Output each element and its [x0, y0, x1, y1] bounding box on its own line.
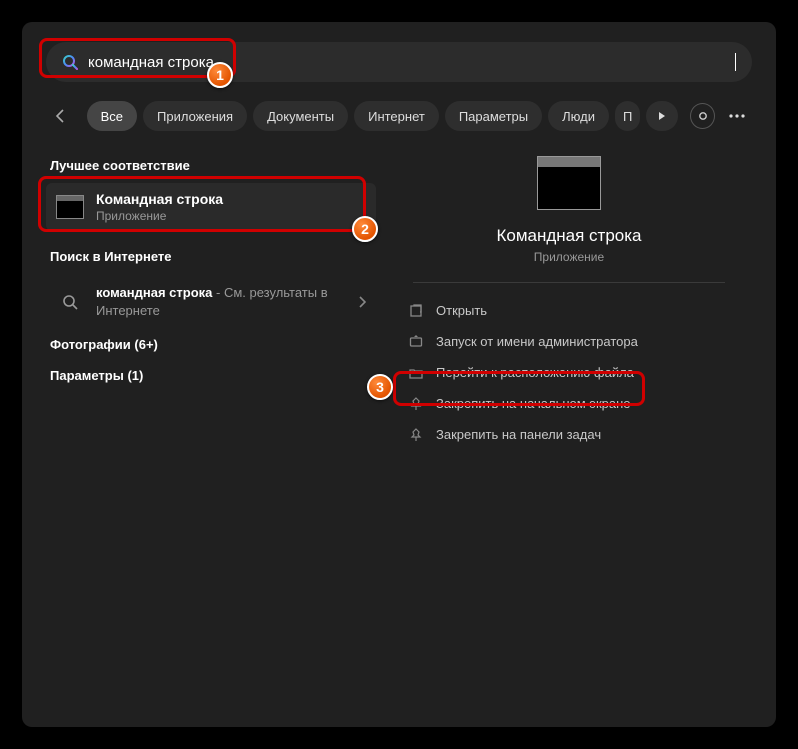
open-icon	[408, 304, 424, 318]
result-title: Командная строка	[96, 191, 223, 207]
search-bar[interactable]	[46, 42, 752, 82]
back-button[interactable]	[46, 100, 77, 132]
divider	[413, 282, 724, 283]
action-label: Закрепить на начальном экране	[436, 396, 631, 411]
search-icon	[62, 54, 78, 70]
category-settings[interactable]: Параметры (1)	[46, 360, 376, 391]
filter-next[interactable]	[646, 101, 679, 131]
results-column: Лучшее соответствие Командная строка При…	[46, 152, 376, 450]
preview-subtitle: Приложение	[534, 250, 604, 264]
filter-label: Все	[101, 109, 123, 124]
action-label: Открыть	[436, 303, 487, 318]
cmd-icon	[537, 156, 601, 210]
circle-icon	[698, 111, 708, 121]
actions-list: Открыть Запуск от имени администратора П…	[396, 295, 742, 450]
filter-documents[interactable]: Документы	[253, 101, 348, 131]
action-open[interactable]: Открыть	[396, 295, 742, 326]
preview-column: Командная строка Приложение Открыть	[386, 152, 752, 450]
text-caret	[735, 53, 736, 71]
folder-icon	[408, 366, 424, 380]
search-icon	[56, 294, 84, 310]
action-open-location[interactable]: Перейти к расположению файла	[396, 357, 742, 388]
more-button[interactable]	[721, 101, 752, 131]
action-label: Закрепить на панели задач	[436, 427, 601, 442]
filter-apps[interactable]: Приложения	[143, 101, 247, 131]
web-result-item[interactable]: командная строка - См. результаты в Инте…	[46, 274, 376, 329]
preview-title: Командная строка	[496, 226, 641, 246]
pin-icon	[408, 397, 424, 411]
play-icon	[657, 111, 667, 121]
filter-all[interactable]: Все	[87, 101, 137, 131]
filter-people[interactable]: Люди	[548, 101, 609, 131]
best-match-item[interactable]: Командная строка Приложение	[46, 183, 376, 231]
filter-label: Интернет	[368, 109, 425, 124]
action-label: Перейти к расположению файла	[436, 365, 634, 380]
action-run-as-admin[interactable]: Запуск от имени администратора	[396, 326, 742, 357]
filters-row: Все Приложения Документы Интернет Параме…	[46, 100, 752, 132]
filter-label: Люди	[562, 109, 595, 124]
cmd-icon	[56, 195, 84, 219]
filter-settings[interactable]: Параметры	[445, 101, 542, 131]
filter-label: Приложения	[157, 109, 233, 124]
web-heading: Поиск в Интернете	[50, 249, 376, 264]
filter-internet[interactable]: Интернет	[354, 101, 439, 131]
action-label: Запуск от имени администратора	[436, 334, 638, 349]
filter-label: П	[623, 109, 632, 124]
best-match-heading: Лучшее соответствие	[50, 158, 376, 173]
result-subtitle: Приложение	[96, 209, 223, 223]
pin-icon	[408, 428, 424, 442]
ellipsis-icon	[729, 114, 745, 118]
action-pin-start[interactable]: Закрепить на начальном экране	[396, 388, 742, 419]
scope-toggle[interactable]	[690, 103, 715, 129]
admin-icon	[408, 335, 424, 349]
filter-truncated[interactable]: П	[615, 101, 640, 131]
web-result-text: командная строка - См. результаты в Инте…	[96, 284, 346, 319]
action-pin-taskbar[interactable]: Закрепить на панели задач	[396, 419, 742, 450]
filter-label: Параметры	[459, 109, 528, 124]
category-photos[interactable]: Фотографии (6+)	[46, 329, 376, 360]
search-input[interactable]	[88, 54, 727, 71]
filter-label: Документы	[267, 109, 334, 124]
chevron-right-icon	[358, 296, 366, 308]
search-panel: Все Приложения Документы Интернет Параме…	[22, 22, 776, 727]
